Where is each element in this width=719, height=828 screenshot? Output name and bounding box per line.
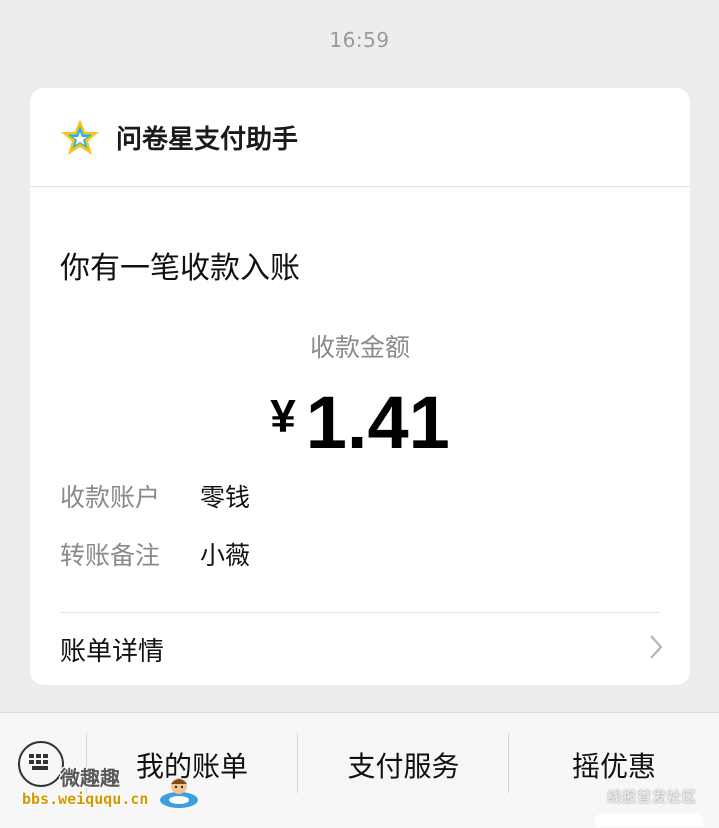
app-name: 问卷星支付助手 — [116, 124, 299, 155]
menu-shake-offers[interactable]: 摇优惠 — [509, 743, 719, 787]
detail-value: 零钱 — [200, 483, 251, 512]
detail-row-remark: 转账备注 小薇 — [60, 536, 250, 572]
amount-value: 1.41 — [305, 381, 450, 464]
watermark-url: bbs.weiququ.cn — [22, 790, 149, 808]
amount-label: 收款金额 — [309, 333, 410, 362]
detail-value: 小薇 — [200, 541, 251, 570]
detail-key: 收款账户 — [60, 483, 161, 512]
currency-symbol: ¥ — [270, 390, 296, 442]
notification-headline: 你有一笔收款入账 — [60, 251, 300, 286]
message-timestamp: 16:59 — [329, 28, 390, 52]
menu-payment-services[interactable]: 支付服务 — [298, 743, 509, 787]
detail-key: 转账备注 — [60, 541, 161, 570]
detail-row-account: 收款账户 零钱 — [60, 478, 250, 514]
watermark-left: 微趣趣 bbs.weiququ.cn — [8, 750, 208, 820]
corner-badge — [595, 813, 703, 827]
mascot-icon — [158, 774, 200, 814]
star-logo-icon — [60, 117, 100, 157]
watermark-site-name: 微趣趣 — [60, 766, 120, 790]
watermark-right: 线报首发社区 — [607, 790, 697, 806]
chevron-right-icon — [648, 634, 664, 664]
bill-details-link[interactable]: 账单详情 — [60, 613, 664, 685]
payment-notification-card[interactable]: 问卷星支付助手 你有一笔收款入账 收款金额 ¥1.41 收款账户 零钱 转账备注… — [30, 88, 690, 685]
card-header[interactable]: 问卷星支付助手 — [30, 88, 690, 187]
amount-display: ¥1.41 — [30, 380, 690, 465]
bill-details-label: 账单详情 — [60, 636, 165, 667]
